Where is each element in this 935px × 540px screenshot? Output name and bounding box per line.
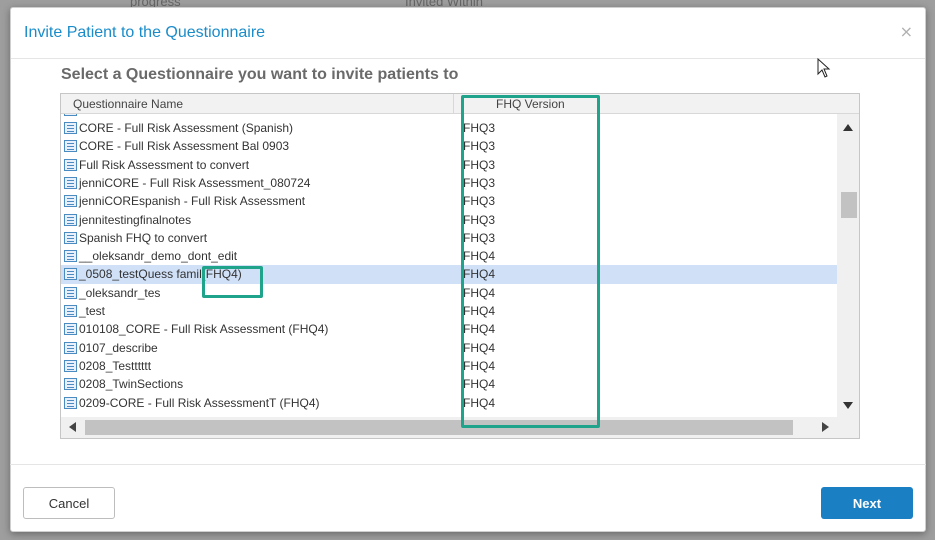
questionnaire-grid: Questionnaire Name FHQ Version CORE - Fu… bbox=[60, 93, 860, 439]
vertical-scroll-thumb[interactable] bbox=[841, 192, 857, 218]
table-row[interactable]: 0107_describe FHQ4 bbox=[61, 339, 837, 357]
vertical-scrollbar[interactable] bbox=[837, 114, 859, 419]
horizontal-scroll-thumb[interactable] bbox=[85, 420, 793, 435]
cancel-button[interactable]: Cancel bbox=[23, 487, 115, 519]
questionnaire-name-cell: jennitestingfinalnotes bbox=[79, 212, 192, 227]
questionnaire-name-cell: 0208_Testttttt bbox=[79, 358, 152, 373]
list-document-icon bbox=[64, 213, 77, 226]
list-document-icon bbox=[64, 268, 77, 281]
questionnaire-name-cell: _oleksandr_tes bbox=[79, 285, 161, 300]
list-document-icon bbox=[64, 176, 77, 189]
table-row[interactable]: 0208_TwinSections FHQ4 bbox=[61, 375, 837, 393]
scroll-left-arrow-icon[interactable] bbox=[69, 422, 76, 432]
table-row[interactable]: CORE - Full Risk Assessment (Spanish) FHQ… bbox=[61, 119, 837, 137]
fhq4-name-highlight-box bbox=[202, 266, 263, 298]
questionnaire-name-cell: jenniCOREspanish - Full Risk Assessment bbox=[79, 194, 306, 209]
list-document-icon bbox=[64, 341, 77, 354]
questionnaire-name-cell: __oleksandr_demo_dont_edit bbox=[79, 249, 238, 264]
version-column-highlight-box bbox=[461, 95, 600, 428]
questionnaire-name-cell: jenniCORE - Full Risk Assessment_080724 bbox=[79, 175, 311, 190]
grid-rows: CORE - Full Risk Assessment (Spanish) FHQ… bbox=[61, 114, 837, 419]
list-document-icon bbox=[64, 122, 77, 134]
dialog-footer-divider bbox=[10, 464, 926, 465]
table-row[interactable]: Full Risk Assessment to convert FHQ3 bbox=[61, 156, 837, 174]
table-row[interactable]: _oleksandr_tes FHQ4 bbox=[61, 284, 837, 302]
list-document-icon bbox=[64, 195, 77, 208]
list-document-icon bbox=[64, 114, 77, 116]
table-row[interactable]: _test FHQ4 bbox=[61, 302, 837, 320]
table-row[interactable]: jenniCORE - Full Risk Assessment_080724 F… bbox=[61, 174, 837, 192]
questionnaire-name-cell: CORE - Full Risk Assessment Bal 0903 bbox=[79, 139, 290, 154]
questionnaire-name-cell: CORE - Full Risk Assessment (Spanish) bbox=[79, 121, 294, 135]
table-row[interactable]: Spanish FHQ to convert FHQ3 bbox=[61, 229, 837, 247]
table-row[interactable]: 0208_Testttttt FHQ4 bbox=[61, 357, 837, 375]
list-document-icon bbox=[64, 158, 77, 171]
questionnaire-name-cell: 0209-CORE - Full Risk AssessmentT (FHQ4) bbox=[79, 395, 320, 410]
scroll-down-arrow-icon[interactable] bbox=[843, 402, 853, 409]
list-document-icon bbox=[64, 305, 77, 317]
list-document-icon bbox=[64, 286, 77, 299]
list-document-icon bbox=[64, 359, 77, 372]
close-icon[interactable]: × bbox=[900, 22, 913, 41]
scroll-up-arrow-icon[interactable] bbox=[843, 124, 853, 131]
select-questionnaire-prompt: Select a Questionnaire you want to invit… bbox=[61, 66, 459, 83]
next-button[interactable]: Next bbox=[821, 487, 913, 519]
list-document-icon bbox=[64, 323, 77, 336]
questionnaire-name-cell: 010108_CORE - Full Risk Assessment (FHQ4… bbox=[79, 322, 329, 337]
questionnaire-name-cell: 0107_describe bbox=[79, 340, 158, 355]
list-document-icon bbox=[64, 231, 77, 244]
table-row[interactable]: 010108_CORE - Full Risk Assessment (FHQ4… bbox=[61, 320, 837, 338]
list-document-icon bbox=[64, 140, 77, 153]
table-row[interactable]: jenniCOREspanish - Full Risk Assessment F… bbox=[61, 192, 837, 210]
horizontal-scrollbar[interactable] bbox=[61, 417, 859, 438]
table-row[interactable]: _0508_testQuess famil(FHQ4) FHQ4 bbox=[61, 265, 837, 284]
questionnaire-name-cell: Spanish FHQ to convert bbox=[79, 230, 208, 245]
grid-header: Questionnaire Name FHQ Version bbox=[61, 94, 859, 114]
dialog-header: Invite Patient to the Questionnaire × bbox=[11, 8, 925, 59]
questionnaire-name-cell: 0208_TwinSections bbox=[79, 377, 184, 392]
scroll-right-arrow-icon[interactable] bbox=[822, 422, 829, 432]
mouse-pointer-icon bbox=[817, 58, 831, 78]
questionnaire-name-cell: Full Risk Assessment to convert bbox=[79, 157, 250, 172]
list-document-icon bbox=[64, 250, 77, 263]
dialog-title: Invite Patient to the Questionnaire bbox=[24, 24, 266, 41]
list-document-icon bbox=[64, 378, 77, 391]
column-divider bbox=[453, 94, 454, 114]
table-row[interactable]: jennitestingfinalnotes FHQ3 bbox=[61, 211, 837, 229]
list-document-icon bbox=[64, 396, 77, 409]
table-row[interactable]: 0209-CORE - Full Risk AssessmentT (FHQ4)… bbox=[61, 394, 837, 412]
table-row[interactable]: __oleksandr_demo_dont_edit FHQ4 bbox=[61, 247, 837, 265]
column-header-questionnaire-name[interactable]: Questionnaire Name bbox=[73, 97, 183, 111]
questionnaire-name-cell: _test bbox=[79, 304, 106, 318]
table-row[interactable]: CORE - Full Risk Assessment Bal 0903 FHQ3 bbox=[61, 137, 837, 155]
